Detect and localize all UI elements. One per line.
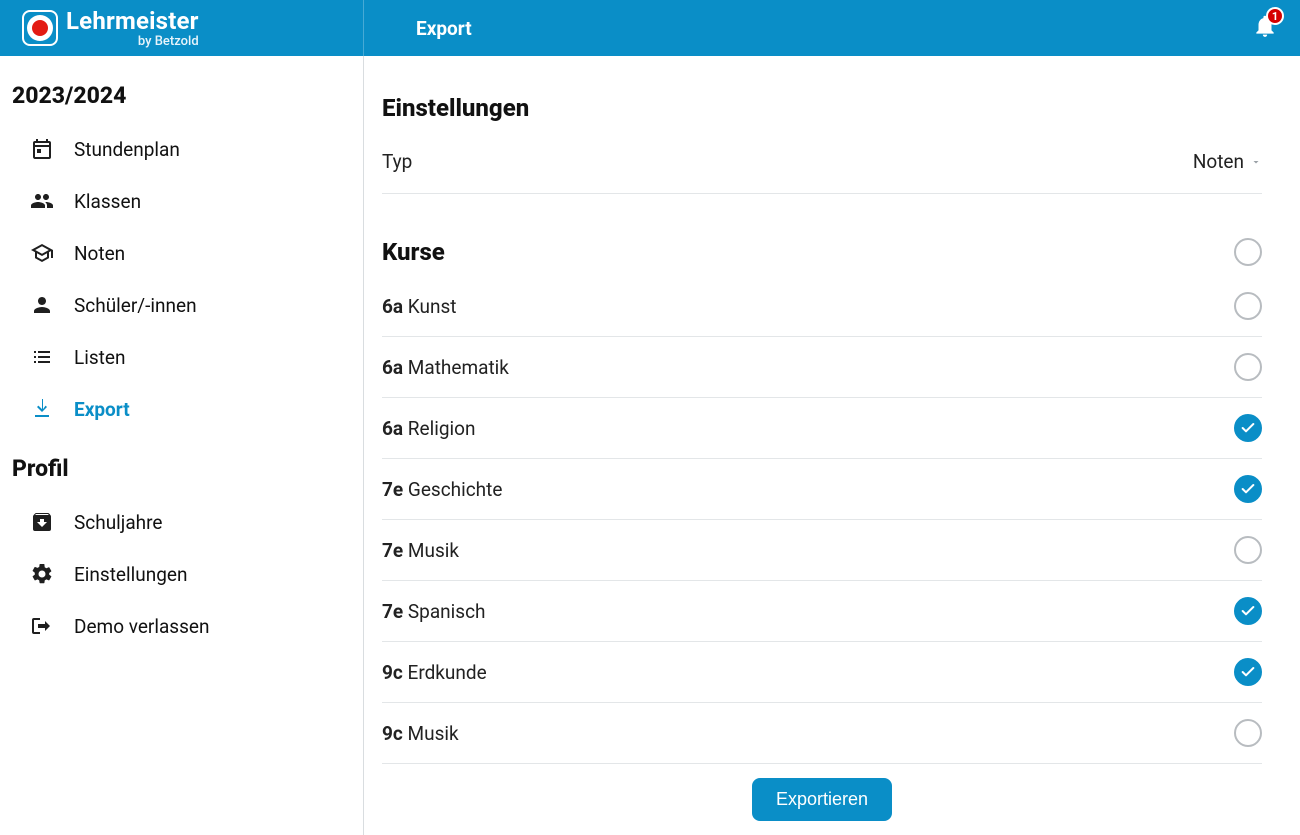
course-label: 6a Mathematik <box>382 356 509 379</box>
course-checkbox[interactable] <box>1234 414 1262 442</box>
exit-icon <box>28 614 56 638</box>
course-checkbox[interactable] <box>1234 658 1262 686</box>
main-content: Einstellungen Typ Noten Kurse 6a Kunst 6a… <box>364 56 1300 835</box>
archive-icon <box>28 510 56 534</box>
course-checkbox[interactable] <box>1234 292 1262 320</box>
brand-subtitle: by Betzold <box>138 35 199 48</box>
sidebar-item-listen[interactable]: Listen <box>10 331 353 383</box>
sidebar-item-noten[interactable]: Noten <box>10 227 353 279</box>
type-value: Noten <box>1193 150 1262 173</box>
page-title: Export <box>364 17 1252 40</box>
school-icon <box>28 241 56 265</box>
course-row[interactable]: 9c Musik <box>382 703 1262 764</box>
group-icon <box>28 189 56 213</box>
person-icon <box>28 293 56 317</box>
course-label: 6a Kunst <box>382 295 457 318</box>
type-selector-row[interactable]: Typ Noten <box>382 150 1262 194</box>
export-button[interactable]: Exportieren <box>752 778 892 821</box>
courses-heading: Kurse <box>382 238 445 266</box>
brand-area: Lehrmeister by Betzold <box>0 0 364 56</box>
course-label: 6a Religion <box>382 417 475 440</box>
sidebar-item-label: Demo verlassen <box>74 615 210 638</box>
notifications-button[interactable]: 1 <box>1252 13 1278 43</box>
download-icon <box>28 397 56 421</box>
course-label: 9c Erdkunde <box>382 661 487 684</box>
sidebar-item-label: Noten <box>74 242 125 265</box>
course-checkbox[interactable] <box>1234 536 1262 564</box>
list-icon <box>28 345 56 369</box>
sidebar-item-sch-ler-innen[interactable]: Schüler/-innen <box>10 279 353 331</box>
course-label: 7e Spanisch <box>382 600 486 623</box>
sidebar-item-label: Export <box>74 398 130 421</box>
sidebar-item-export[interactable]: Export <box>10 383 353 435</box>
sidebar-item-demo-verlassen[interactable]: Demo verlassen <box>10 600 353 652</box>
type-value-text: Noten <box>1193 150 1244 173</box>
sidebar-item-label: Stundenplan <box>74 138 180 161</box>
settings-icon <box>28 562 56 586</box>
sidebar-item-klassen[interactable]: Klassen <box>10 175 353 227</box>
course-row[interactable]: 7e Spanisch <box>382 581 1262 642</box>
sidebar: 2023/2024 Stundenplan Klassen Noten Schüler… <box>0 56 364 835</box>
sidebar-item-einstellungen[interactable]: Einstellungen <box>10 548 353 600</box>
course-label: 7e Geschichte <box>382 478 502 501</box>
type-label: Typ <box>382 150 412 173</box>
sidebar-item-label: Klassen <box>74 190 141 213</box>
course-row[interactable]: 6a Religion <box>382 398 1262 459</box>
brand-title: Lehrmeister <box>66 9 199 33</box>
sidebar-item-label: Schüler/-innen <box>74 294 197 317</box>
notification-badge: 1 <box>1266 7 1284 25</box>
sidebar-section-year: 2023/2024 <box>12 82 353 109</box>
course-checkbox[interactable] <box>1234 597 1262 625</box>
chevron-down-icon <box>1250 156 1262 168</box>
settings-heading: Einstellungen <box>382 94 1262 122</box>
course-row[interactable]: 7e Geschichte <box>382 459 1262 520</box>
course-checkbox[interactable] <box>1234 353 1262 381</box>
select-all-checkbox[interactable] <box>1234 238 1262 266</box>
course-row[interactable]: 7e Musik <box>382 520 1262 581</box>
sidebar-section-profil: Profil <box>12 455 353 482</box>
course-checkbox[interactable] <box>1234 719 1262 747</box>
sidebar-item-label: Schuljahre <box>74 511 162 534</box>
brand-logo-icon <box>22 10 58 46</box>
course-row[interactable]: 6a Kunst <box>382 276 1262 337</box>
course-label: 9c Musik <box>382 722 459 745</box>
sidebar-item-stundenplan[interactable]: Stundenplan <box>10 123 353 175</box>
sidebar-item-label: Listen <box>74 346 125 369</box>
app-header: Lehrmeister by Betzold Export 1 <box>0 0 1300 56</box>
course-label: 7e Musik <box>382 539 459 562</box>
course-checkbox[interactable] <box>1234 475 1262 503</box>
sidebar-item-label: Einstellungen <box>74 563 187 586</box>
sidebar-item-schuljahre[interactable]: Schuljahre <box>10 496 353 548</box>
course-row[interactable]: 6a Mathematik <box>382 337 1262 398</box>
course-row[interactable]: 9c Erdkunde <box>382 642 1262 703</box>
calendar-icon <box>28 137 56 161</box>
